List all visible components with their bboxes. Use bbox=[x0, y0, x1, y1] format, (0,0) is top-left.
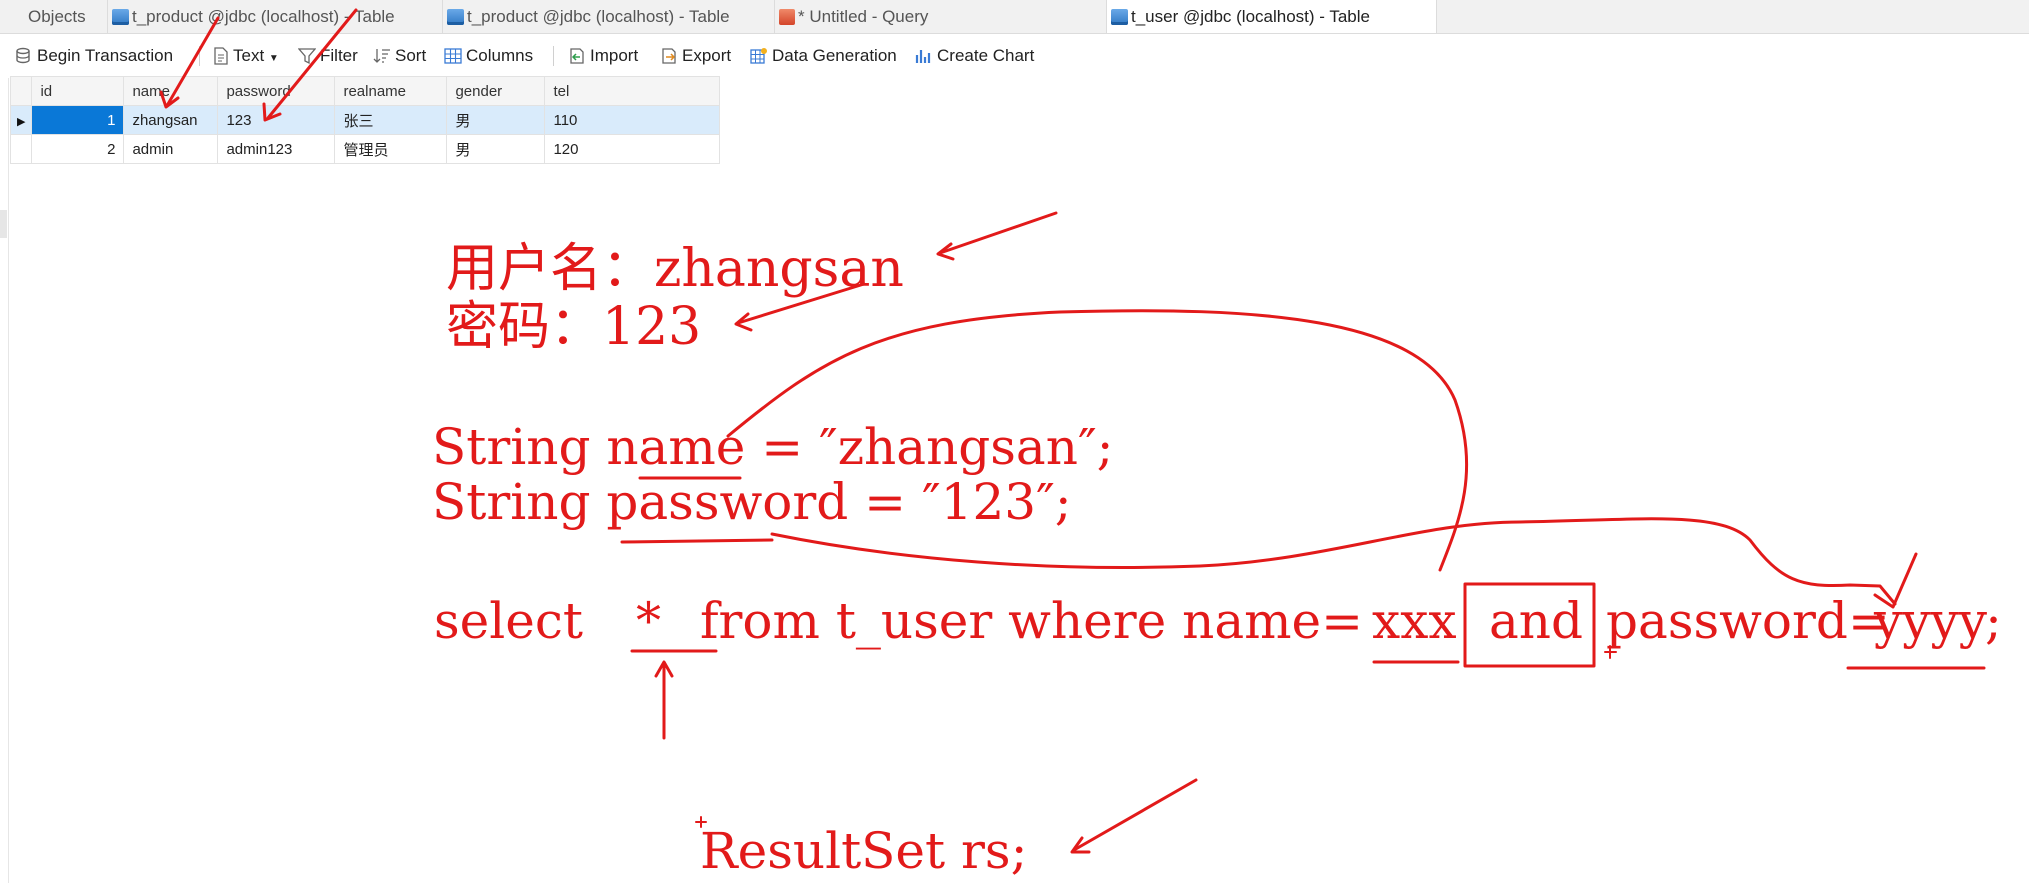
arrow-to-password-line bbox=[734, 282, 866, 332]
curve-password-to-yyyy bbox=[770, 517, 1897, 606]
loop-name-to-xxx bbox=[726, 309, 1469, 572]
ink-overlay bbox=[159, 8, 1986, 854]
arrow-to-name-column bbox=[159, 16, 220, 109]
box-and bbox=[1463, 582, 1596, 668]
arrow-to-password-column bbox=[262, 8, 358, 122]
arrow-to-resultset bbox=[1070, 778, 1198, 854]
plus-mark bbox=[1604, 645, 1617, 659]
arrow-up-to-star bbox=[654, 660, 674, 740]
check-mark bbox=[1873, 552, 1918, 609]
arrow-to-username bbox=[936, 211, 1058, 261]
underline-password bbox=[620, 538, 774, 544]
plus-mark bbox=[695, 816, 707, 828]
